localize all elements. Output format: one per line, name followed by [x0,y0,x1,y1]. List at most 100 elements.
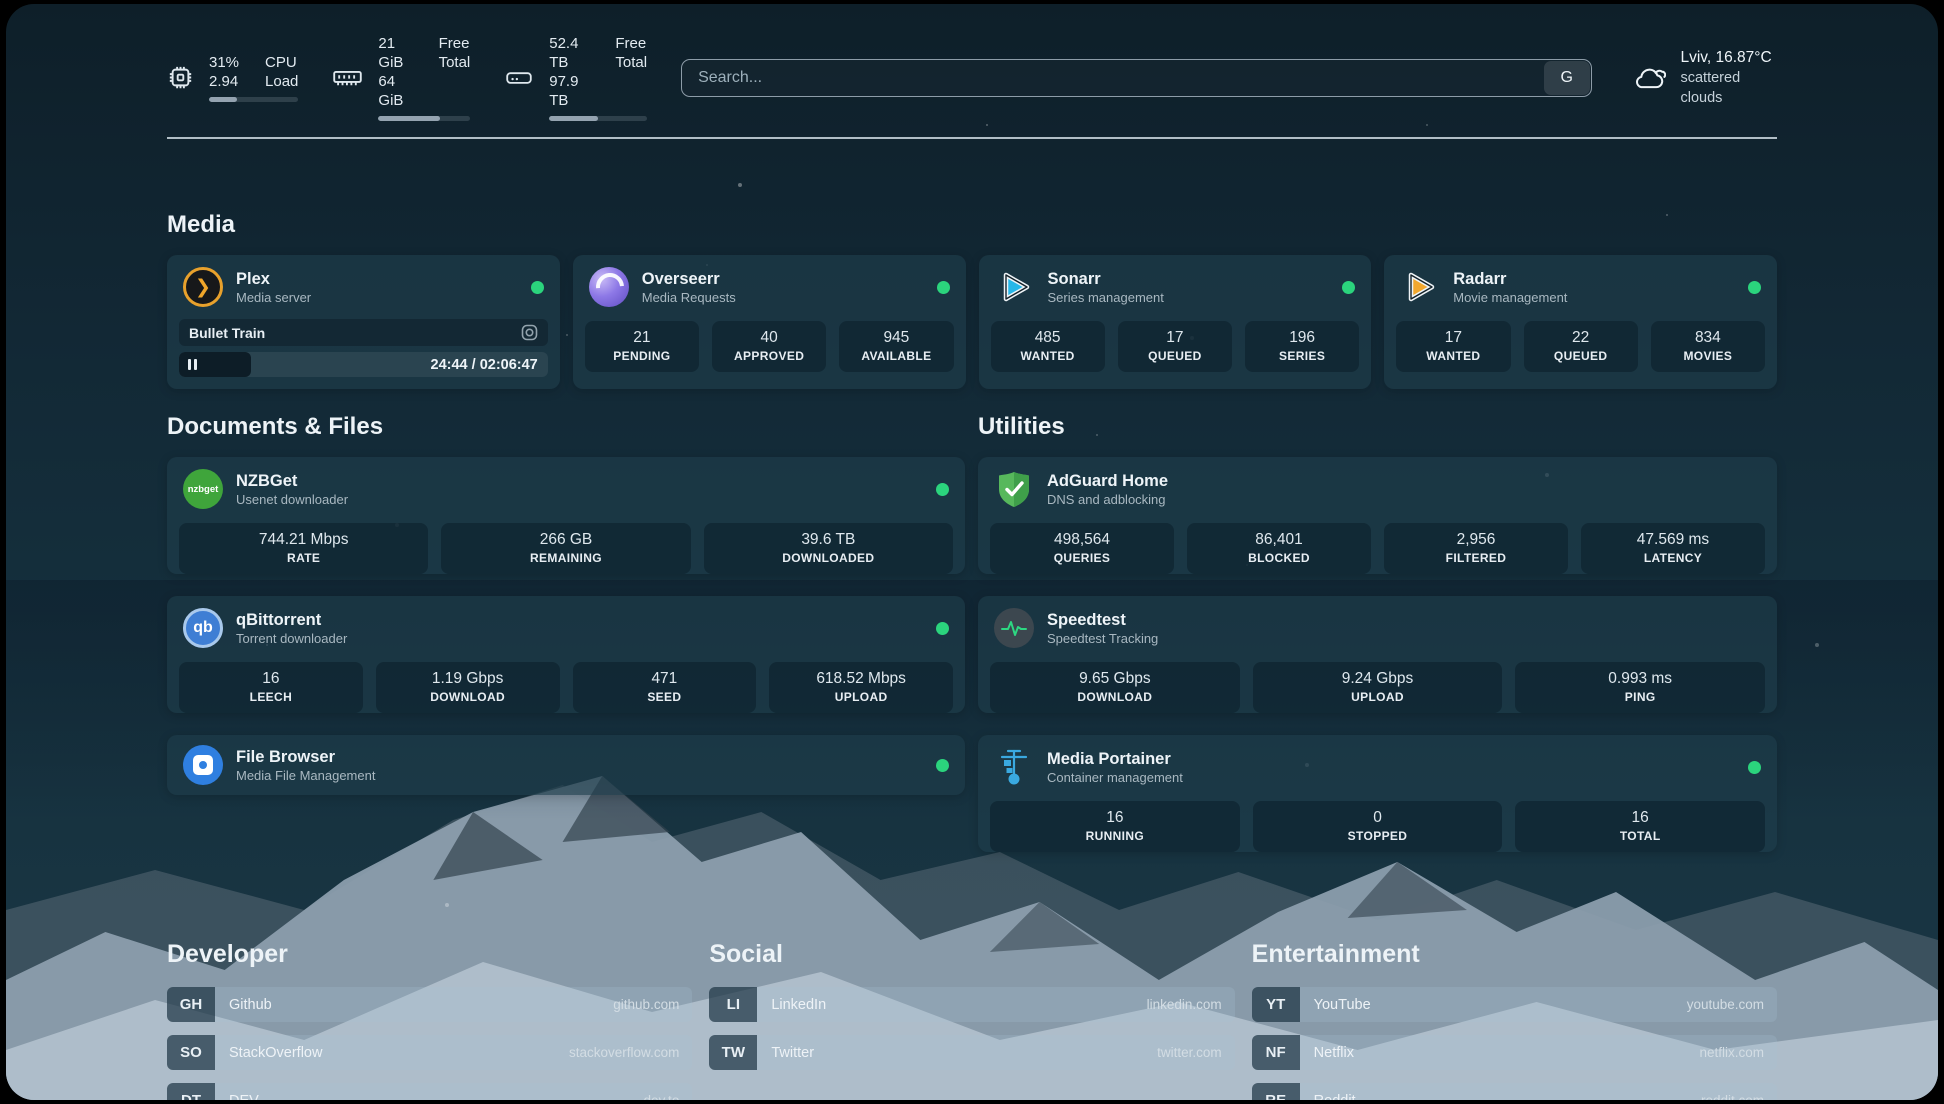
stat-box: 0 STOPPED [1253,801,1503,852]
cpu-resource-widget: 31% 2.94 CPU Load [167,53,298,102]
service-name: Speedtest [1047,610,1158,630]
weather-location-temp: Lviv, 16.87°C [1680,48,1777,68]
bookmark-url: github.com [613,987,692,1022]
bookmark-url: reddit.com [1701,1083,1777,1100]
bookmark-name: StackOverflow [215,1035,322,1070]
service-subtitle: Media File Management [236,767,375,784]
disk-total-label: Total [615,53,647,72]
bookmark-group-developer: Developer GH Github github.com SO StackO… [167,940,692,1100]
disk-free-value: 52.4 TB [549,34,589,72]
cloud-icon [1632,63,1667,93]
service-card-radarr[interactable]: Radarr Movie management 17 WANTED 22 QUE… [1384,255,1777,389]
bookmark-github[interactable]: GH Github github.com [167,987,692,1022]
portainer-icon [994,747,1034,787]
service-subtitle: DNS and adblocking [1047,491,1168,508]
search-input[interactable] [681,59,1592,97]
top-bar: 31% 2.94 CPU Load 21 GiB [167,4,1777,121]
speedtest-icon [994,608,1034,648]
stat-box: 17 WANTED [1396,321,1510,372]
section-title-utilities: Utilities [978,413,1777,441]
bookmark-url: twitter.com [1157,1035,1235,1070]
bookmark-reddit[interactable]: RE Reddit reddit.com [1252,1083,1777,1100]
nzbget-icon: nzbget [183,469,223,509]
bookmark-name: Github [215,987,272,1022]
dashboard-screen: 31% 2.94 CPU Load 21 GiB [6,4,1938,1100]
bookmark-abbr: GH [167,987,215,1022]
media-cards-row: ❯ Plex Media server Bullet Train [167,255,1777,389]
stat-box: 618.52 Mbps UPLOAD [769,662,953,713]
cpu-usage-value: 31% [209,53,239,72]
bookmark-abbr: TW [709,1035,757,1070]
stat-box: 834 MOVIES [1651,321,1765,372]
bookmark-abbr: NF [1252,1035,1300,1070]
service-card-portainer[interactable]: Media Portainer Container management 16 … [978,735,1777,852]
memory-free-value: 21 GiB [378,34,412,72]
disk-labels: Free Total [615,34,647,110]
bookmark-name: Netflix [1300,1035,1354,1070]
bookmark-abbr: YT [1252,987,1300,1022]
bookmark-linkedin[interactable]: LI LinkedIn linkedin.com [709,987,1234,1022]
stat-box: 498,564 QUERIES [990,523,1174,574]
service-card-plex[interactable]: ❯ Plex Media server Bullet Train [167,255,560,389]
stat-box: 47.569 ms LATENCY [1581,523,1765,574]
service-subtitle: Container management [1047,769,1183,786]
stat-box: 86,401 BLOCKED [1187,523,1371,574]
service-card-nzbget[interactable]: nzbget NZBGet Usenet downloader 744.21 M… [167,457,965,574]
disk-icon [504,64,534,91]
service-card-qbittorrent[interactable]: qb qBittorrent Torrent downloader 16 LEE… [167,596,965,713]
bookmark-name: DEV [215,1083,259,1100]
filebrowser-icon [183,745,223,785]
stat-box: 266 GB REMAINING [441,523,690,574]
stat-box: 196 SERIES [1245,321,1359,372]
memory-total-value: 64 GiB [378,72,412,110]
topbar-separator [167,137,1777,139]
service-name: NZBGet [236,471,348,491]
bookmark-name: YouTube [1300,987,1371,1022]
plex-now-playing-row: Bullet Train [179,319,548,346]
weather-condition: scattered clouds [1680,68,1777,108]
section-title-developer: Developer [167,940,692,969]
now-playing-view-icon[interactable] [521,324,538,341]
status-dot-online [937,281,950,294]
weather-widget: Lviv, 16.87°C scattered clouds [1632,48,1777,108]
disk-resource-widget: 52.4 TB 97.9 TB Free Total [504,34,647,121]
bookmark-twitter[interactable]: TW Twitter twitter.com [709,1035,1234,1070]
service-subtitle: Speedtest Tracking [1047,630,1158,647]
memory-progress-bar [378,116,470,121]
bookmark-stackoverflow[interactable]: SO StackOverflow stackoverflow.com [167,1035,692,1070]
sonarr-icon [995,267,1035,307]
bookmark-youtube[interactable]: YT YouTube youtube.com [1252,987,1777,1022]
stat-box: 39.6 TB DOWNLOADED [704,523,953,574]
bookmark-netflix[interactable]: NF Netflix netflix.com [1252,1035,1777,1070]
service-card-filebrowser[interactable]: File Browser Media File Management [167,735,965,795]
stat-box: 1.19 Gbps DOWNLOAD [376,662,560,713]
memory-resource-widget: 21 GiB 64 GiB Free Total [332,34,470,121]
bookmark-group-social: Social LI LinkedIn linkedin.com TW Twitt… [709,940,1234,1100]
service-card-overseerr[interactable]: Overseerr Media Requests 21 PENDING 40 A… [573,255,966,389]
bookmark-name: Twitter [757,1035,814,1070]
bookmark-dev[interactable]: DT DEV dev.to [167,1083,692,1100]
section-title-documents: Documents & Files [167,413,965,441]
bookmark-url: dev.to [644,1083,693,1100]
status-dot-online [1748,761,1761,774]
service-subtitle: Media server [236,289,311,306]
disk-free-label: Free [615,34,647,53]
service-card-speedtest[interactable]: Speedtest Speedtest Tracking 9.65 Gbps D… [978,596,1777,713]
service-name: Overseerr [642,269,736,289]
disk-progress-bar [549,116,647,121]
bookmark-name: LinkedIn [757,987,826,1022]
bookmark-abbr: LI [709,987,757,1022]
memory-free-label: Free [439,34,471,53]
bookmark-url: youtube.com [1687,987,1777,1022]
service-subtitle: Torrent downloader [236,630,347,647]
stat-box: 16 TOTAL [1515,801,1765,852]
status-dot-online [936,759,949,772]
radarr-icon [1400,267,1440,307]
section-title-media: Media [167,211,1777,239]
memory-labels: Free Total [439,34,471,110]
service-card-sonarr[interactable]: Sonarr Series management 485 WANTED 17 Q… [979,255,1372,389]
search-provider-button[interactable]: G [1544,61,1590,95]
section-title-entertainment: Entertainment [1252,940,1777,969]
service-card-adguard[interactable]: AdGuard Home DNS and adblocking 498,564 … [978,457,1777,574]
search-widget: G [681,59,1592,97]
